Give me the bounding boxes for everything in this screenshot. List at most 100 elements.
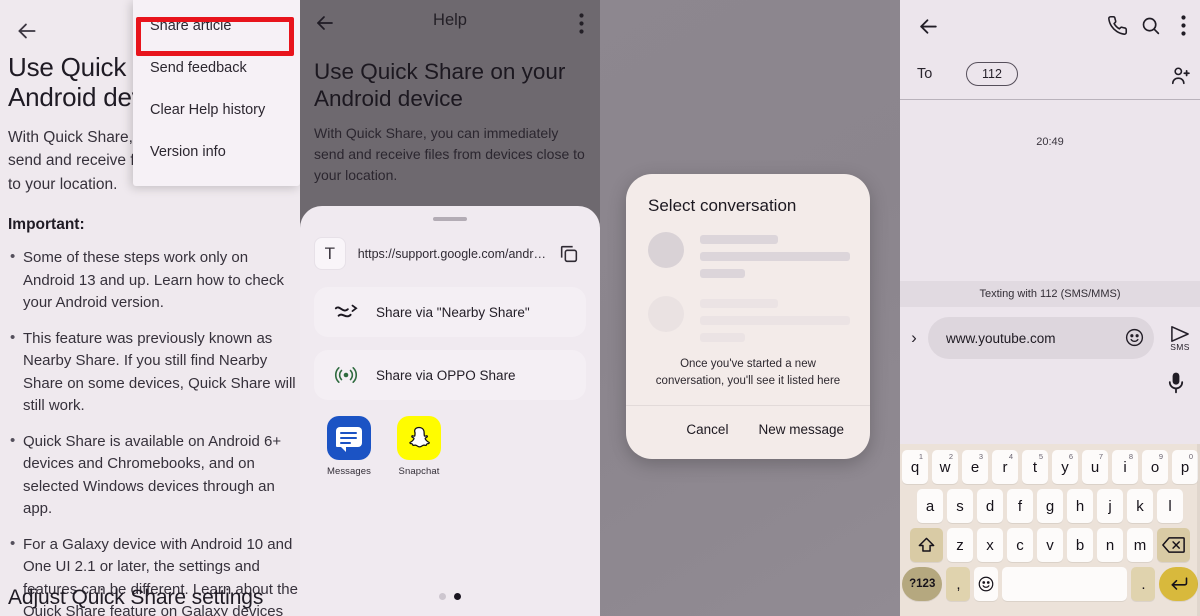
recipient-chip[interactable]: 112 [966,62,1018,86]
key-alt-label: 9 [1158,452,1163,461]
key-space[interactable] [1002,567,1128,601]
share-row-label: Share via "Nearby Share" [376,304,530,320]
key-label: t [1032,458,1038,476]
back-arrow-icon[interactable] [916,14,941,39]
app-bar-title: Help [433,11,467,29]
share-row-nearby-share[interactable]: Share via "Nearby Share" [314,287,586,337]
key-f[interactable]: f [1007,489,1033,523]
new-message-button[interactable]: New message [748,416,854,443]
key-b[interactable]: b [1067,528,1093,562]
key-l[interactable]: l [1157,489,1183,523]
key-i[interactable]: 8i [1112,450,1138,484]
panel-select-conversation: Select conversation Once you've started … [600,0,900,616]
avatar [648,296,684,332]
share-target-snapchat[interactable]: Snapchat [392,416,446,477]
add-person-icon[interactable] [1170,65,1194,87]
key-alt-label: 8 [1128,452,1133,461]
key-h[interactable]: h [1067,489,1093,523]
more-vert-icon[interactable] [579,13,584,34]
key-o[interactable]: 9o [1142,450,1168,484]
app-bar [900,0,1200,54]
key-x[interactable]: x [977,528,1003,562]
key-label: o [1150,458,1160,476]
phone-icon[interactable] [1107,15,1128,36]
key-label: y [1061,458,1069,476]
key-period[interactable]: . [1131,567,1156,601]
keyboard-row-4: ?123 , . [900,562,1200,601]
search-icon[interactable] [1140,15,1161,36]
emoji-icon[interactable] [974,567,999,601]
screenshot-stage: Use Quick Share on your Android device W… [0,0,1200,616]
key-c[interactable]: c [1007,528,1033,562]
key-p[interactable]: 0p [1172,450,1198,484]
key-m[interactable]: m [1127,528,1153,562]
key-t[interactable]: 5t [1022,450,1048,484]
message-input-text: www.youtube.com [946,330,1056,346]
key-alt-label: 2 [948,452,953,461]
shared-url-text: https://support.google.com/andr… [357,246,546,261]
menu-item-share-article[interactable]: Share article [133,6,300,48]
share-row-oppo-share[interactable]: Share via OPPO Share [314,350,586,400]
page-dot[interactable] [439,593,446,600]
key-g[interactable]: g [1037,489,1063,523]
message-input[interactable]: www.youtube.com [928,317,1154,359]
cancel-button[interactable]: Cancel [676,416,738,443]
key-k[interactable]: k [1127,489,1153,523]
key-label: e [970,458,980,476]
emoji-icon[interactable] [1124,327,1146,349]
microphone-icon[interactable] [1168,371,1184,395]
key-n[interactable]: n [1097,528,1123,562]
key-u[interactable]: 7u [1082,450,1108,484]
key-z[interactable]: z [947,528,973,562]
menu-item-clear-help-history[interactable]: Clear Help history [133,90,300,132]
key-j[interactable]: j [1097,489,1123,523]
share-row-label: Share via OPPO Share [376,367,516,383]
key-s[interactable]: s [947,489,973,523]
key-symbols-toggle[interactable]: ?123 [902,567,943,601]
message-thread: 20:49 [900,100,1200,281]
dialog-title: Select conversation [648,196,797,215]
select-conversation-dialog: Select conversation Once you've started … [626,174,870,459]
key-q[interactable]: 1q [902,450,928,484]
key-y[interactable]: 6y [1052,450,1078,484]
key-v[interactable]: v [1037,528,1063,562]
drag-handle[interactable] [433,217,467,221]
important-label: Important: [8,216,85,234]
key-label: q [910,458,920,476]
page-dot-active[interactable] [454,593,461,600]
key-r[interactable]: 4r [992,450,1018,484]
page-title: Use Quick Share on your Android device [314,59,566,111]
share-target-messages[interactable]: Messages [322,416,376,477]
oppo-share-icon [334,363,358,387]
text-icon: T [314,237,346,270]
snapchat-app-icon [397,416,441,460]
backspace-icon[interactable] [1157,528,1190,562]
copy-icon[interactable] [558,243,580,265]
chevron-right-icon[interactable]: › [900,328,928,348]
key-alt-label: 5 [1038,452,1043,461]
article-bullet-list: Some of these steps work only on Android… [8,246,300,616]
more-vert-icon[interactable] [1181,15,1186,36]
key-alt-label: 4 [1008,452,1013,461]
overflow-menu: Share article Send feedback Clear Help h… [133,0,300,186]
key-e[interactable]: 3e [962,450,988,484]
key-comma[interactable]: , [946,567,971,601]
menu-item-send-feedback[interactable]: Send feedback [133,48,300,90]
key-d[interactable]: d [977,489,1003,523]
conversation-placeholder-faded [626,286,870,350]
send-button[interactable]: SMS [1160,325,1200,352]
menu-item-version-info[interactable]: Version info [133,132,300,174]
key-label: w [939,458,951,476]
conversation-placeholder [626,216,870,286]
on-screen-keyboard: 1q 2w 3e 4r 5t 6y 7u 8i 9o 0p a s d f g … [900,444,1200,616]
list-item: This feature was previously known as Nea… [8,327,300,418]
shift-icon[interactable] [910,528,943,562]
key-w[interactable]: 2w [932,450,958,484]
keyboard-row-3: z x c v b n m [900,523,1200,562]
enter-icon[interactable] [1159,567,1199,601]
key-label: i [1123,458,1127,476]
panel-compose-message: To 112 20:49 Texting with 112 (SMS/MMS) … [900,0,1200,616]
keyboard-row-2: a s d f g h j k l [900,484,1200,523]
key-a[interactable]: a [917,489,943,523]
back-arrow-icon[interactable] [14,18,40,44]
